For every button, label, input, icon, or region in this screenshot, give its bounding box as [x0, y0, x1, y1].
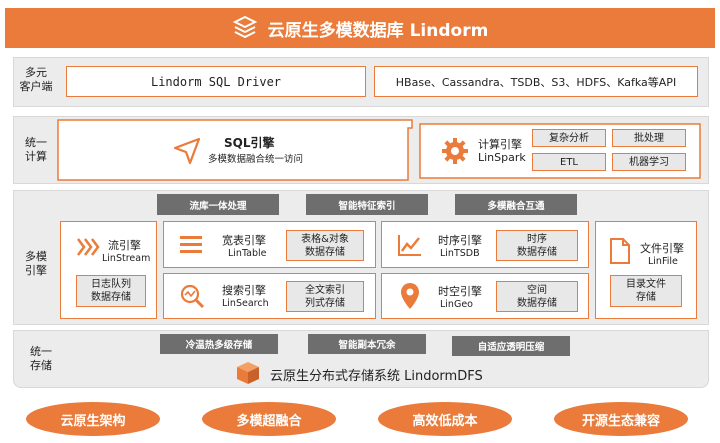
compute-engine-sub: LinSpark [478, 151, 526, 164]
search-engine-sub: LinSearch [222, 298, 269, 309]
search-storage-tag: 全文索引 列式存储 [286, 281, 364, 312]
table-engine-name: 宽表引擎 [222, 234, 266, 247]
client-layer-label: 多元 客户端 [19, 66, 53, 93]
pillar-multimodel: 多模超融合 [202, 402, 336, 436]
geo-storage-tag: 空间 数据存储 [496, 281, 578, 312]
feature-smart-replica: 智能副本冗余 [308, 334, 426, 354]
tag-ml: 机器学习 [612, 153, 686, 171]
tsdb-engine-name: 时序引擎 [438, 234, 482, 247]
stream-engine-name: 流引擎 [108, 239, 141, 252]
geo-engine-name: 时空引擎 [438, 285, 482, 298]
table-storage-tag: 表格&对象 数据存储 [286, 230, 364, 261]
title-bar: 云原生多模数据库 Lindorm [5, 8, 715, 48]
line-chart-icon [396, 232, 424, 258]
list-lines-icon [178, 232, 204, 256]
file-engine-name: 文件引擎 [640, 242, 684, 255]
navigation-arrow-icon [170, 134, 204, 168]
geo-engine-sub: LinGeo [440, 299, 473, 310]
stream-chevrons-icon [76, 236, 102, 258]
gear-icon [438, 134, 472, 168]
compute-layer-label: 统一 计算 [25, 136, 47, 163]
sql-engine-desc: 多模数据融合统一访问 [208, 154, 304, 165]
stream-engine-sub: LinStream [102, 253, 151, 264]
engine-layer-label: 多模 引擎 [25, 250, 47, 277]
search-engine-name: 搜索引擎 [222, 284, 266, 297]
storage-layer-label: 统一 存储 [30, 345, 52, 372]
map-pin-icon [398, 280, 422, 312]
database-layers-icon [232, 15, 257, 39]
pillar-cost-efficient: 高效低成本 [378, 402, 512, 436]
sql-engine-name: SQL引擎 [224, 136, 275, 150]
feature-tiered-storage: 冷温热多级存储 [160, 334, 278, 354]
stream-storage-tag: 日志队列 数据存储 [76, 275, 146, 307]
tsdb-engine-sub: LinTSDB [440, 248, 480, 259]
storage-box-icon [234, 360, 262, 386]
table-engine-sub: LinTable [228, 248, 267, 259]
feature-multimodel: 多模融合互通 [455, 194, 577, 215]
page-title: 云原生多模数据库 Lindorm [267, 20, 489, 41]
storage-system-label: 云原生分布式存储系统 LindormDFS [270, 369, 483, 384]
document-icon [608, 236, 632, 266]
tag-complex-analysis: 复杂分析 [532, 129, 606, 147]
sql-driver-box: Lindorm SQL Driver [66, 66, 366, 97]
feature-smart-index: 智能特征索引 [306, 194, 428, 215]
tag-etl: ETL [532, 153, 606, 171]
tag-batch: 批处理 [612, 129, 686, 147]
tsdb-storage-tag: 时序 数据存储 [496, 230, 578, 261]
pillar-cloud-native: 云原生架构 [26, 402, 160, 436]
file-engine-sub: LinFile [648, 256, 678, 267]
compute-engine-name: 计算引擎 [478, 138, 522, 151]
search-analytics-icon [178, 282, 206, 310]
api-box: HBase、Cassandra、TSDB、S3、HDFS、Kafka等API [374, 66, 698, 97]
file-storage-tag: 目录文件 存储 [610, 275, 682, 307]
pillar-open-source: 开源生态兼容 [554, 402, 688, 436]
feature-stream-db: 流库一体处理 [157, 194, 279, 215]
feature-adaptive-compression: 自适应透明压缩 [452, 336, 570, 356]
